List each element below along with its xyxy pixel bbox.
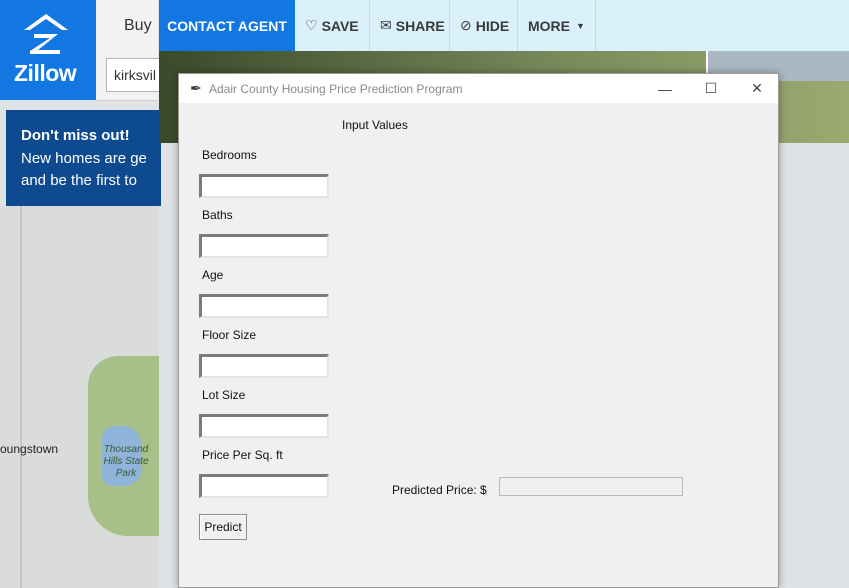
zillow-house-icon (24, 14, 68, 54)
feather-icon: ✒ (190, 80, 202, 96)
zillow-logo[interactable]: Zillow (0, 0, 96, 100)
nav-buy-link[interactable]: Buy (124, 17, 152, 35)
baths-input[interactable] (199, 234, 329, 258)
map-park-label: Thousand Hills State Park (103, 444, 149, 479)
contact-agent-button[interactable]: CONTACT AGENT (159, 0, 295, 51)
lot-size-label: Lot Size (202, 388, 246, 402)
prediction-app-window: ✒ Adair County Housing Price Prediction … (178, 73, 779, 588)
input-values-heading: Input Values (342, 118, 408, 132)
predict-button[interactable]: Predict (199, 514, 247, 540)
window-titlebar[interactable]: ✒ Adair County Housing Price Prediction … (179, 74, 778, 103)
map-road (20, 206, 22, 588)
predicted-price-output (499, 477, 683, 496)
envelope-icon: ✉ (380, 17, 392, 33)
more-button[interactable]: MORE ▼ (518, 0, 596, 51)
promo-text-line: and be the first to (21, 172, 137, 189)
map-town-label: oungstown (0, 442, 59, 456)
price-per-sqft-input[interactable] (199, 474, 329, 498)
hide-icon: ⊘ (460, 17, 472, 33)
lot-size-input[interactable] (199, 414, 329, 438)
hide-label: HIDE (475, 17, 510, 34)
heart-icon: ♡ (305, 17, 318, 33)
minimize-button[interactable]: — (642, 74, 688, 103)
floor-size-label: Floor Size (202, 328, 257, 342)
baths-label: Baths (202, 208, 233, 222)
promo-banner[interactable]: Don't miss out! New homes are ge and be … (6, 110, 161, 206)
hide-button[interactable]: ⊘ HIDE (450, 0, 518, 51)
bedrooms-label: Bedrooms (202, 148, 257, 162)
maximize-button[interactable]: ☐ (688, 74, 734, 103)
age-input[interactable] (199, 294, 329, 318)
map-view[interactable]: oungstown Thousand Hills State Park (0, 206, 159, 588)
share-button[interactable]: ✉ SHARE (370, 0, 450, 51)
close-button[interactable]: ✕ (734, 74, 780, 103)
zillow-wordmark: Zillow (14, 60, 77, 86)
share-label: SHARE (395, 17, 445, 34)
more-label: MORE (528, 17, 570, 34)
search-input[interactable]: kirksvil (106, 58, 166, 92)
save-button[interactable]: ♡ SAVE (295, 0, 370, 51)
predicted-price-label: Predicted Price: $ (392, 483, 487, 497)
price-per-sqft-label: Price Per Sq. ft (202, 448, 283, 462)
window-title: Adair County Housing Price Prediction Pr… (209, 82, 463, 96)
floor-size-input[interactable] (199, 354, 329, 378)
bedrooms-input[interactable] (199, 174, 329, 198)
caret-down-icon: ▼ (576, 20, 585, 31)
save-label: SAVE (321, 17, 359, 34)
listing-action-bar: ♡ SAVE ✉ SHARE ⊘ HIDE MORE ▼ (295, 0, 849, 51)
promo-text-line: New homes are ge (21, 150, 147, 167)
age-label: Age (202, 268, 224, 282)
promo-headline: Don't miss out! (21, 127, 130, 144)
